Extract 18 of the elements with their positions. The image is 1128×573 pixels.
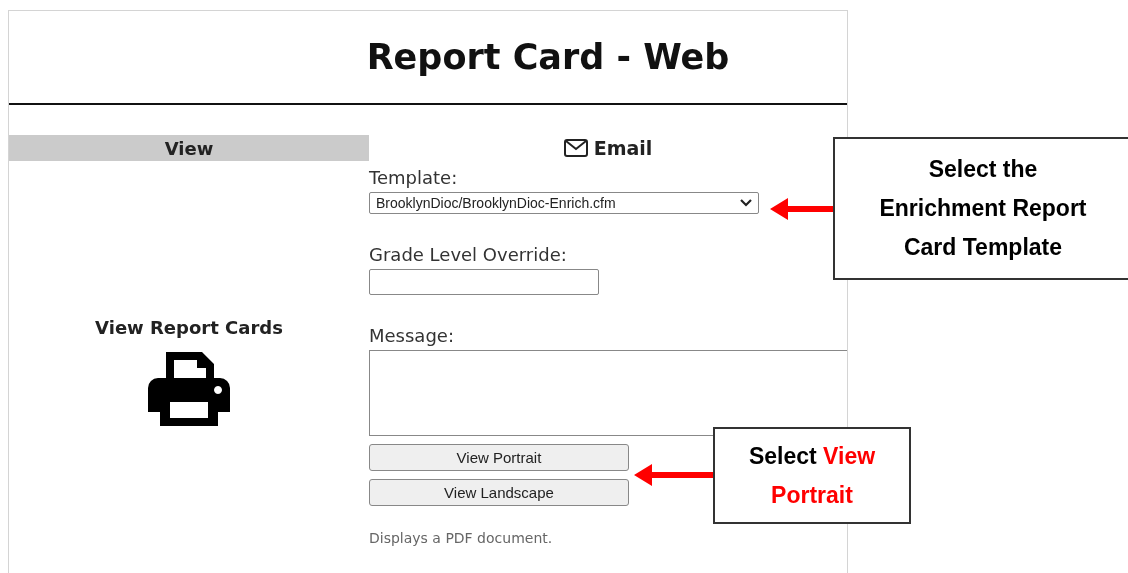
envelope-icon — [563, 139, 588, 157]
email-header: Email — [593, 137, 653, 159]
view-portrait-button[interactable]: View Portrait — [369, 444, 629, 471]
grade-level-input[interactable] — [369, 269, 599, 295]
template-label: Template: — [369, 167, 458, 188]
view-header: View — [9, 135, 369, 161]
view-report-cards-link[interactable]: View Report Cards — [95, 317, 283, 338]
callout-text: Select View Portrait — [713, 427, 911, 524]
message-input[interactable] — [369, 350, 847, 436]
callout-text: Select the Enrichment Report Card Template — [833, 137, 1128, 280]
note-text: Displays a PDF document. — [369, 530, 553, 546]
printer-icon[interactable] — [148, 352, 230, 426]
message-label: Message: — [369, 325, 454, 346]
chevron-icon — [740, 199, 752, 207]
template-dropdown[interactable]: BrooklynDioc/BrooklynDioc-Enrich.cfm — [369, 192, 759, 214]
view-landscape-button[interactable]: View Landscape — [369, 479, 629, 506]
grade-level-label: Grade Level Override: — [369, 244, 567, 265]
page-title: Report Card - Web — [366, 37, 730, 77]
